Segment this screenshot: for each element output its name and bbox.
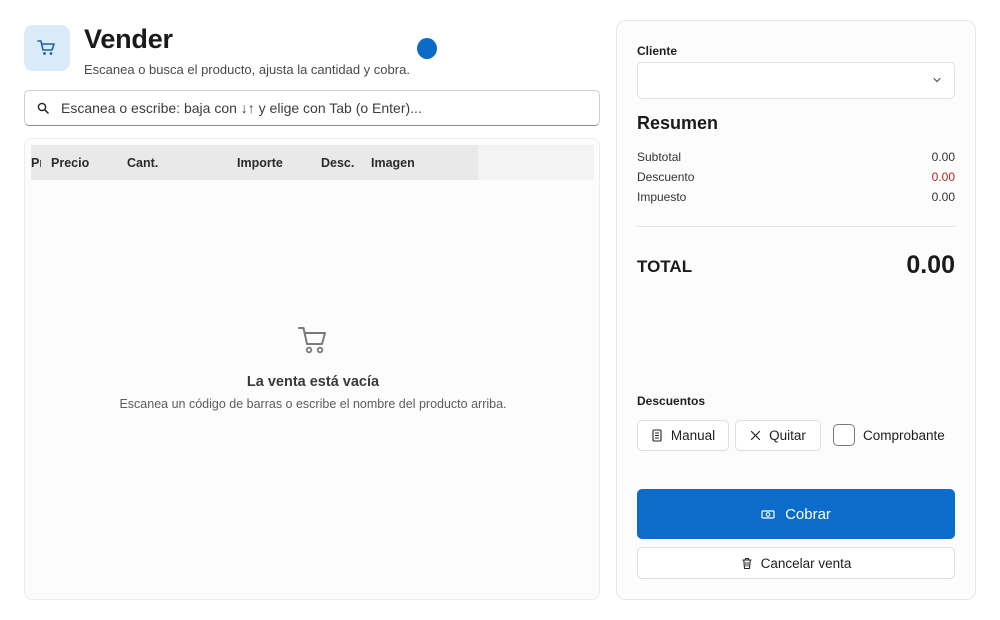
page-subtitle: Escanea o busca el producto, ajusta la c… bbox=[84, 62, 410, 77]
client-label: Cliente bbox=[637, 44, 678, 58]
trash-icon bbox=[742, 557, 752, 569]
summary-label: Descuento bbox=[637, 170, 695, 184]
column-header-product[interactable]: Pr bbox=[31, 156, 41, 170]
summary-row-tax: Impuesto 0.00 bbox=[637, 190, 955, 204]
client-select[interactable] bbox=[637, 62, 955, 99]
sale-items-grid: Pr Precio Cant. Importe Desc. Imagen La … bbox=[24, 138, 600, 600]
chevron-down-icon bbox=[933, 77, 941, 83]
column-header-discount[interactable]: Desc. bbox=[321, 156, 354, 170]
divider bbox=[637, 226, 955, 227]
manual-label: Manual bbox=[670, 428, 716, 443]
page-header-icon bbox=[24, 25, 70, 71]
column-header-quantity[interactable]: Cant. bbox=[127, 156, 158, 170]
total-label: TOTAL bbox=[637, 257, 693, 276]
charge-label: Cobrar bbox=[785, 505, 831, 523]
summary-label: Impuesto bbox=[637, 190, 687, 204]
empty-state-title: La venta está vacía bbox=[246, 374, 380, 390]
page-title: Vender bbox=[84, 24, 173, 54]
receipt-icon bbox=[652, 429, 662, 442]
search-icon bbox=[37, 102, 49, 114]
summary-value: 0.00 bbox=[931, 190, 955, 204]
summary-value: 0.00 bbox=[931, 170, 955, 184]
checkout-panel: Cliente Resumen Subtotal 0.00 Descuento … bbox=[616, 20, 976, 600]
total-value: 0.00 bbox=[906, 251, 955, 279]
remove-discount-button[interactable]: Quitar bbox=[735, 420, 821, 451]
empty-state-subtitle: Escanea un código de barras o escribe el… bbox=[119, 397, 507, 411]
product-search-input[interactable] bbox=[61, 100, 581, 116]
cancel-label: Cancelar venta bbox=[760, 555, 852, 571]
comprobante-toggle[interactable]: Comprobante bbox=[833, 424, 945, 446]
summary-row-subtotal: Subtotal 0.00 bbox=[637, 150, 955, 164]
comprobante-checkbox[interactable] bbox=[833, 424, 855, 446]
shopping-cart-icon bbox=[298, 327, 326, 354]
cash-icon bbox=[761, 509, 775, 519]
remove-label: Quitar bbox=[769, 428, 806, 443]
grid-header: Pr Precio Cant. Importe Desc. Imagen bbox=[31, 145, 594, 180]
comprobante-label: Comprobante bbox=[863, 427, 945, 443]
column-header-price[interactable]: Precio bbox=[51, 156, 89, 170]
column-header-image[interactable]: Imagen bbox=[371, 156, 415, 170]
summary-value: 0.00 bbox=[931, 150, 955, 164]
charge-button[interactable]: Cobrar bbox=[637, 489, 955, 539]
summary-title: Resumen bbox=[637, 113, 719, 133]
summary-row-discount: Descuento 0.00 bbox=[637, 170, 955, 184]
status-indicator-dot bbox=[417, 38, 437, 59]
summary-label: Subtotal bbox=[637, 150, 682, 164]
manual-discount-button[interactable]: Manual bbox=[637, 420, 729, 451]
cancel-sale-button[interactable]: Cancelar venta bbox=[637, 547, 955, 579]
column-header-amount[interactable]: Importe bbox=[237, 156, 283, 170]
shopping-cart-icon bbox=[37, 40, 55, 55]
discounts-label: Descuentos bbox=[637, 394, 706, 408]
product-search-box[interactable] bbox=[24, 90, 600, 126]
empty-state: La venta está vacía Escanea un código de… bbox=[25, 325, 601, 411]
close-icon bbox=[751, 430, 761, 441]
